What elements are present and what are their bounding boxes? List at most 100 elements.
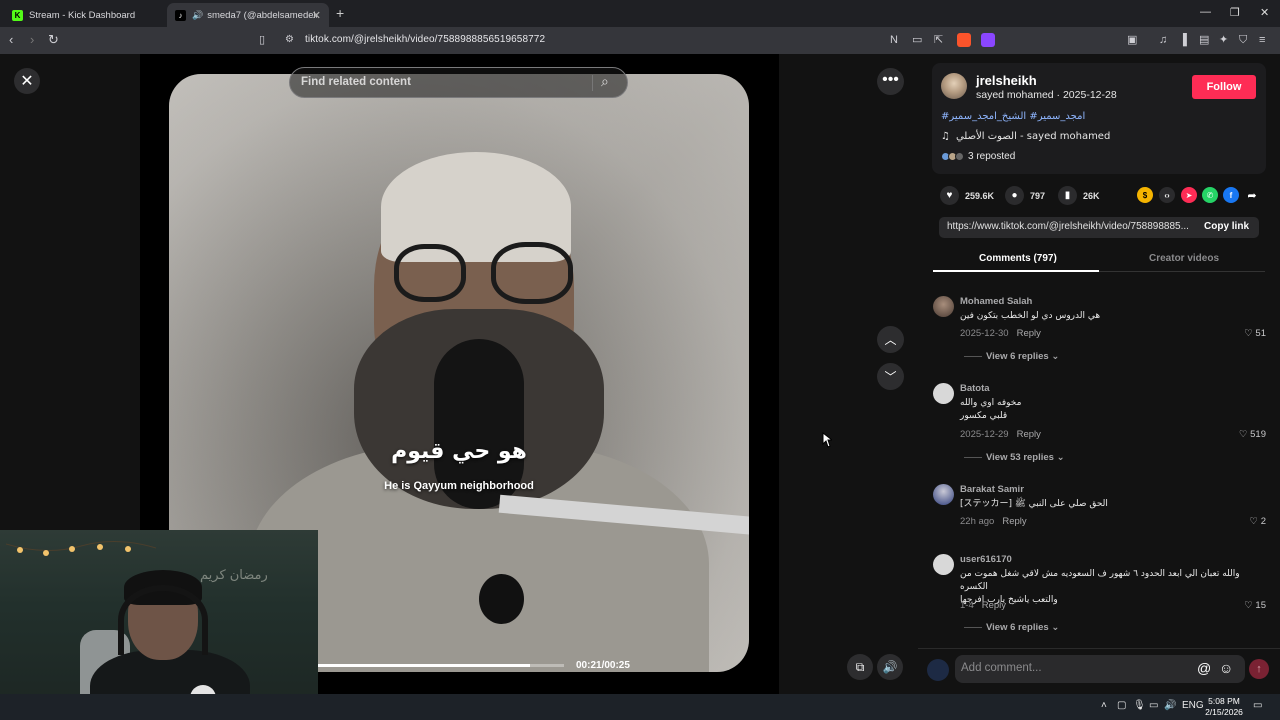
screenshot-icon[interactable]: ▣ <box>1127 32 1137 48</box>
follow-button[interactable]: Follow <box>1192 75 1256 99</box>
close-video-button[interactable]: ✕ <box>14 68 40 94</box>
comment-input[interactable]: Add comment... @ ☺ <box>955 655 1245 683</box>
username[interactable]: jrelsheikh <box>976 73 1037 88</box>
back-icon[interactable]: ‹ <box>9 32 13 48</box>
comment-like-button[interactable]: ♡ 51 <box>1244 328 1266 339</box>
clock-time: 5:08 PM <box>1208 696 1240 706</box>
tab-kick[interactable]: K Stream - Kick Dashboard <box>4 3 164 27</box>
sidebar-icon[interactable]: ▐ <box>1179 32 1187 48</box>
save-button[interactable]: ▮ 26K <box>1058 186 1100 205</box>
comment-author[interactable]: Mohamed Salah <box>960 296 1032 307</box>
tab-comments[interactable]: Comments (797) <box>979 253 1057 264</box>
comment-button[interactable]: ● 797 <box>1005 186 1045 205</box>
language-indicator[interactable]: ENG <box>1182 700 1204 711</box>
tab-tiktok[interactable]: ♪ 🔊 smeda7 (@abdelsamedelazab ✕ <box>167 3 329 27</box>
view-replies-button[interactable]: View 6 replies ⌄ <box>964 622 1059 633</box>
view-replies-button[interactable]: View 6 replies ⌄ <box>964 351 1059 362</box>
share-page-icon[interactable]: ⇱ <box>934 32 943 48</box>
speaker-icon[interactable]: 🔊 <box>192 10 203 21</box>
hashtags[interactable]: #امجد_سمير# الشيخ_امجد_سمير <box>941 111 1085 122</box>
close-tab-icon[interactable]: ✕ <box>312 9 321 22</box>
site-info-icon[interactable]: ⚙ <box>285 32 294 48</box>
search-icon[interactable]: ⌕ <box>601 73 609 90</box>
miniplayer-icon: ⧉ <box>855 659 865 674</box>
embed-icon[interactable]: ‹› <box>1159 187 1175 203</box>
share-arrow-icon[interactable]: ➦ <box>1244 187 1260 203</box>
comment-date: 22h ago <box>960 516 995 527</box>
avatar[interactable] <box>933 296 954 317</box>
comment-like-button[interactable]: ♡ 2 <box>1250 516 1266 527</box>
facebook-icon[interactable]: f <box>1223 187 1239 203</box>
comment-author[interactable]: Batota <box>960 383 990 394</box>
avatar[interactable] <box>941 73 967 99</box>
video-figure <box>479 574 524 624</box>
wallet-icon[interactable]: ▤ <box>1199 32 1209 48</box>
brave-shield-icon[interactable] <box>957 33 971 47</box>
music-info[interactable]: ♫ الصوت الأصلي - sayed mohamed <box>941 131 1110 142</box>
reply-button[interactable]: Reply <box>982 600 1006 611</box>
comment-meta: 1-4 Reply <box>960 600 1006 611</box>
miniplayer-button[interactable]: ⧉ <box>847 654 873 680</box>
new-tab-button[interactable]: + <box>336 5 344 21</box>
music-icon[interactable]: ♫ <box>1159 32 1167 48</box>
video-link[interactable]: https://www.tiktok.com/@jrelsheikh/video… <box>947 221 1192 232</box>
mention-icon[interactable]: @ <box>1197 660 1211 676</box>
video-progress-bar[interactable] <box>318 664 564 667</box>
microphone-icon[interactable]: 🎙 <box>1133 700 1146 711</box>
emoji-icon[interactable]: ☺ <box>1219 660 1233 676</box>
related-search-input[interactable]: Find related content ⌕ <box>289 67 628 98</box>
system-clock[interactable]: 5:08 PM 2/15/2026 <box>1203 696 1245 718</box>
forward-icon[interactable]: › <box>30 32 34 48</box>
leo-icon[interactable]: ✦ <box>1219 32 1228 48</box>
reply-button[interactable]: Reply <box>1002 516 1026 527</box>
video-time: 00:21/00:25 <box>576 660 630 671</box>
previous-video-button[interactable]: ︿ <box>877 326 904 353</box>
chevron-up-icon[interactable]: ˄ <box>1101 700 1107 711</box>
active-tab-underline <box>933 270 1099 272</box>
coin-icon[interactable]: $ <box>1137 187 1153 203</box>
comment-author[interactable]: Barakat Samir <box>960 484 1024 495</box>
avatar[interactable] <box>933 383 954 404</box>
comment-text: هي الدروس دي لو الخطب بتكون فين <box>960 311 1101 321</box>
brave-rewards-icon[interactable] <box>981 33 995 47</box>
more-options-button[interactable]: ••• <box>877 68 904 95</box>
comment-author[interactable]: user616170 <box>960 554 1012 565</box>
volume-button[interactable]: 🔊 <box>877 654 903 680</box>
post-sidebar: jrelsheikh sayed mohamed · 2025-12-28 Fo… <box>918 54 1280 694</box>
network-icon[interactable]: ▭ <box>1149 700 1158 711</box>
music-note-icon: ♫ <box>941 131 950 142</box>
next-video-button[interactable]: ﹀ <box>877 363 904 390</box>
search-divider <box>592 75 593 91</box>
volume-icon[interactable]: 🔊 <box>1164 700 1176 711</box>
view-replies-button[interactable]: View 53 replies ⌄ <box>964 452 1065 463</box>
progress-fill <box>318 664 530 667</box>
reposted-info[interactable]: 3 reposted <box>941 151 1015 162</box>
translate-icon[interactable]: N <box>890 32 898 48</box>
device-icon[interactable]: ▢ <box>1117 700 1126 711</box>
cast-icon[interactable]: ▭ <box>912 32 922 48</box>
url-bar[interactable]: tiktok.com/@jrelsheikh/video/75889888565… <box>305 34 545 45</box>
avatar[interactable] <box>933 554 954 575</box>
reply-button[interactable]: Reply <box>1017 429 1041 440</box>
post-comment-button[interactable]: ↑ <box>1249 659 1269 679</box>
minimize-icon[interactable]: — <box>1200 6 1211 18</box>
reload-icon[interactable]: ↻ <box>48 32 59 48</box>
close-window-icon[interactable]: ✕ <box>1260 6 1269 19</box>
copy-link-button[interactable]: Copy link <box>1204 221 1249 232</box>
bookmark-icon[interactable]: ▯ <box>259 32 265 48</box>
comment-like-button[interactable]: ♡ 519 <box>1239 429 1266 440</box>
notification-icon[interactable]: ▭ <box>1253 700 1262 711</box>
chevron-down-icon: ⌄ <box>1051 622 1060 633</box>
avatar[interactable] <box>933 484 954 505</box>
menu-icon[interactable]: ≡ <box>1259 32 1265 48</box>
tab-creator-videos[interactable]: Creator videos <box>1149 253 1219 264</box>
like-button[interactable]: ♥ 259.6K <box>940 186 994 205</box>
comment-meta: 22h ago Reply <box>960 516 1027 527</box>
whatsapp-icon[interactable]: ✆ <box>1202 187 1218 203</box>
send-to-friend-icon[interactable]: ➤ <box>1181 187 1197 203</box>
restore-icon[interactable]: ❐ <box>1230 6 1240 19</box>
reply-button[interactable]: Reply <box>1017 328 1041 339</box>
clock-date: 2/15/2026 <box>1205 707 1243 717</box>
comment-like-button[interactable]: ♡ 15 <box>1244 600 1266 611</box>
vpn-icon[interactable]: ⛉ <box>1239 32 1247 48</box>
